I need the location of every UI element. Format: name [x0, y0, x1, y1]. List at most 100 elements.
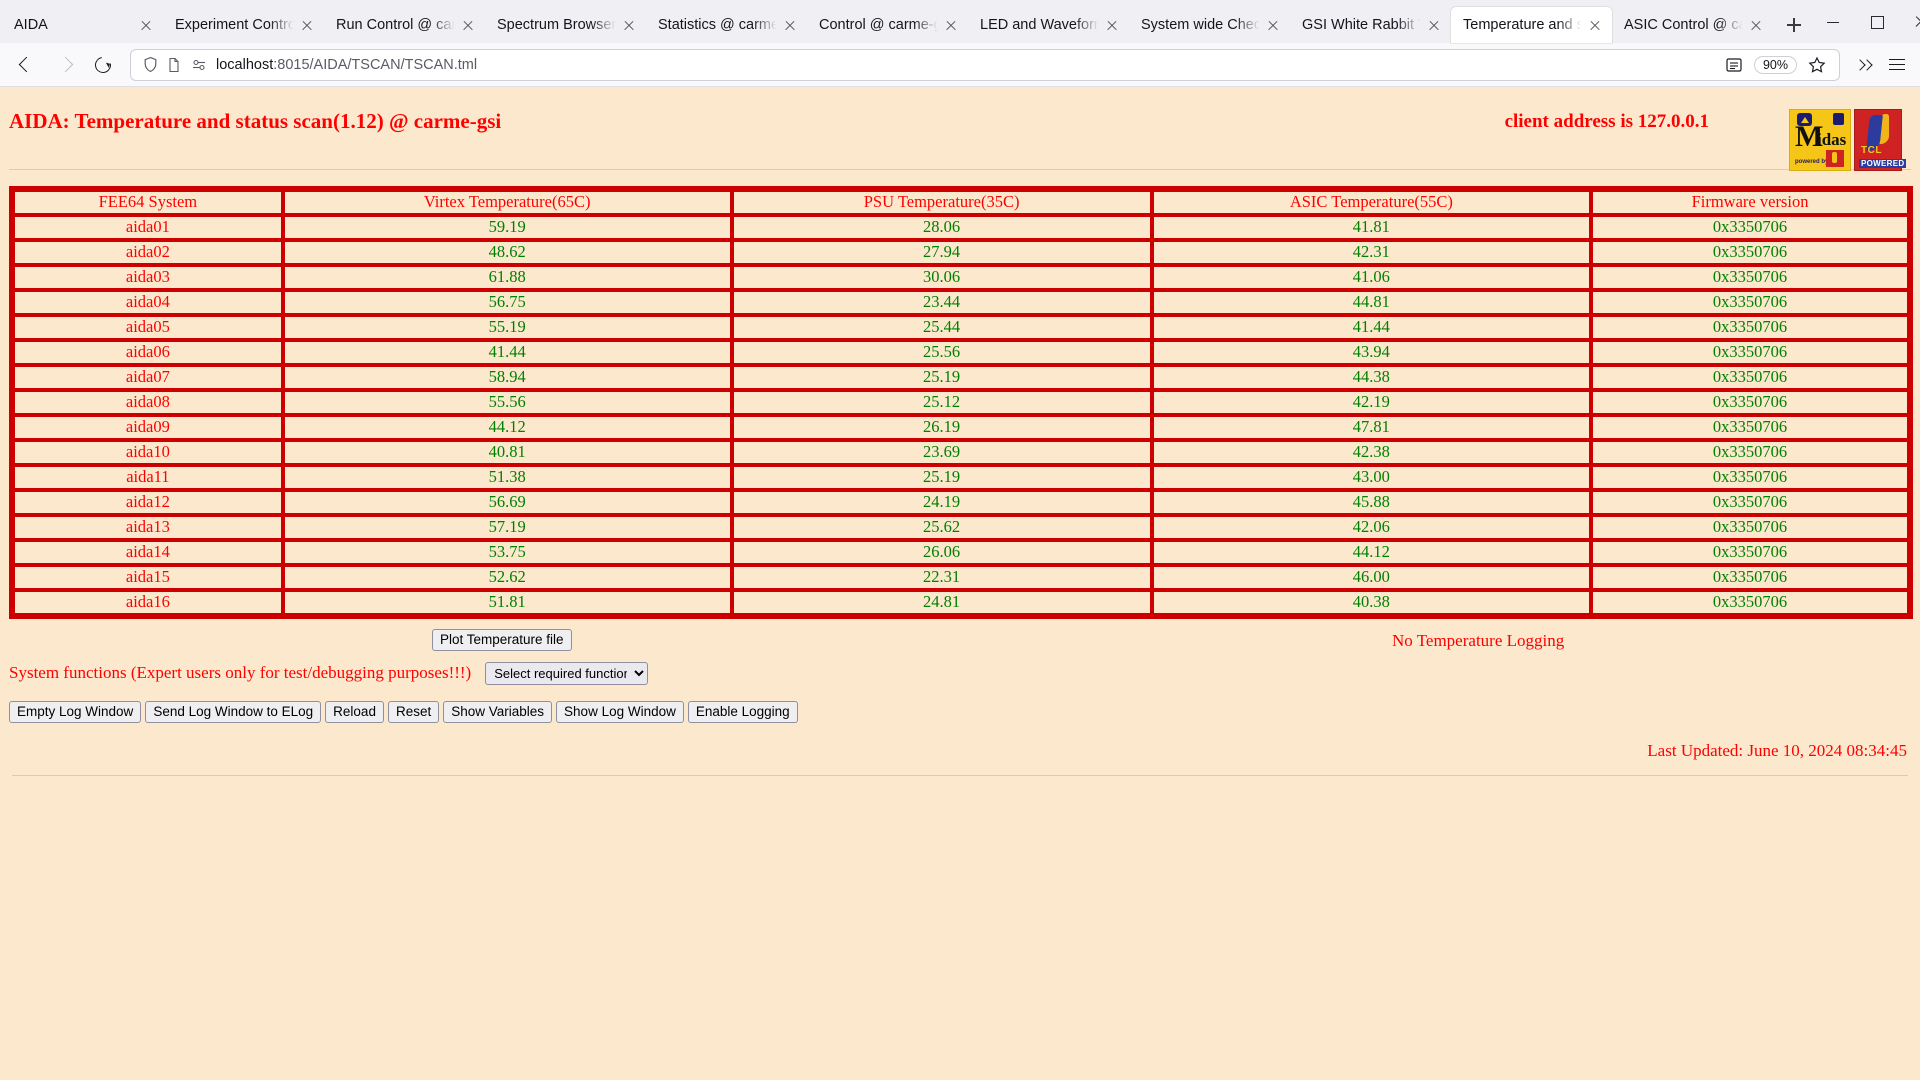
forward-button[interactable] — [48, 48, 82, 82]
zoom-level-badge[interactable]: 90% — [1753, 55, 1797, 74]
system-functions-label: System functions (Expert users only for … — [9, 663, 472, 682]
tab-strip: AIDA Experiment Control Run Control @ carm… — [0, 0, 1920, 43]
table-row: aida07 58.94 25.19 44.38 0x3350706 — [13, 365, 1909, 390]
show-log-window-button[interactable]: Show Log Window — [556, 700, 684, 723]
reload-button[interactable] — [86, 48, 120, 82]
table-cell-value: 25.12 — [731, 390, 1152, 415]
table-cell-value: 0x3350706 — [1591, 490, 1909, 515]
browser-tab[interactable]: Spectrum Browser — [485, 7, 646, 43]
table-cell-value: 0x3350706 — [1591, 365, 1909, 390]
tab-label: Control @ carme-gsi — [819, 17, 940, 33]
back-button[interactable] — [10, 48, 44, 82]
browser-tab[interactable]: AIDA — [2, 7, 163, 43]
browser-tab[interactable]: Temperature and st — [1451, 7, 1612, 43]
reload-button[interactable]: Reload — [325, 700, 384, 723]
table-row: aida12 56.69 24.19 45.88 0x3350706 — [13, 490, 1909, 515]
tab-close-icon[interactable] — [296, 14, 318, 36]
enable-logging-button[interactable]: Enable Logging — [687, 700, 798, 723]
close-window-button[interactable] — [1899, 3, 1920, 41]
table-cell-value: 0x3350706 — [1591, 290, 1909, 315]
table-cell-value: 44.38 — [1151, 365, 1592, 390]
table-cell-value: 41.06 — [1151, 265, 1592, 290]
toolbar-overflow-button[interactable] — [1850, 51, 1878, 79]
table-cell-value: 25.19 — [731, 465, 1152, 490]
fee64-system-name: aida07 — [13, 365, 283, 390]
table-row: aida05 55.19 25.44 41.44 0x3350706 — [13, 315, 1909, 340]
browser-tab[interactable]: LED and Waveform — [968, 7, 1129, 43]
fee64-system-name: aida11 — [13, 465, 283, 490]
tab-close-icon[interactable] — [1584, 14, 1606, 36]
table-row: aida06 41.44 25.56 43.94 0x3350706 — [13, 340, 1909, 365]
tab-close-icon[interactable] — [940, 14, 962, 36]
tab-close-icon[interactable] — [779, 14, 801, 36]
table-cell-value: 47.81 — [1151, 415, 1592, 440]
new-tab-button[interactable] — [1777, 8, 1811, 42]
bookmark-star-icon[interactable] — [1807, 55, 1827, 75]
browser-tab[interactable]: GSI White Rabbit Ti — [1290, 7, 1451, 43]
table-cell-value: 40.81 — [282, 440, 732, 465]
tcl-logo: TCL POWERED — [1854, 109, 1907, 171]
table-cell-value: 25.19 — [731, 365, 1152, 390]
table-cell-value: 61.88 — [282, 265, 732, 290]
browser-tab[interactable]: Control @ carme-gsi — [807, 7, 968, 43]
shield-icon[interactable] — [142, 56, 159, 73]
table-cell-value: 0x3350706 — [1591, 315, 1909, 340]
table-column-header: ASIC Temperature(55C) — [1151, 190, 1592, 215]
browser-tab[interactable]: Statistics @ carme — [646, 7, 807, 43]
table-row: aida10 40.81 23.69 42.38 0x3350706 — [13, 440, 1909, 465]
browser-tab[interactable]: Experiment Control — [163, 7, 324, 43]
browser-tab[interactable]: Run Control @ carme — [324, 7, 485, 43]
url-host: localhost — [216, 56, 274, 73]
table-cell-value: 23.44 — [731, 290, 1152, 315]
table-cell-value: 45.88 — [1151, 490, 1592, 515]
minimize-window-button[interactable] — [1811, 3, 1855, 41]
tab-close-icon[interactable] — [457, 14, 479, 36]
table-cell-value: 24.81 — [731, 590, 1152, 615]
reset-button[interactable]: Reset — [387, 700, 440, 723]
show-variables-button[interactable]: Show Variables — [443, 700, 553, 723]
table-cell-value: 56.75 — [282, 290, 732, 315]
logo-group: M idas powered by TCL POWERED — [1789, 109, 1907, 171]
table-cell-value: 25.56 — [731, 340, 1152, 365]
browser-tab[interactable]: System wide Check — [1129, 7, 1290, 43]
system-functions-row: System functions (Expert users only for … — [9, 653, 1911, 687]
navigation-toolbar: localhost:8015/AIDA/TSCAN/TSCAN.tml 90% — [0, 43, 1920, 87]
table-cell-value: 24.19 — [731, 490, 1152, 515]
table-cell-value: 25.44 — [731, 315, 1152, 340]
send-log-window-to-elog-button[interactable]: Send Log Window to ELog — [145, 700, 322, 723]
table-cell-value: 58.94 — [282, 365, 732, 390]
maximize-window-button[interactable] — [1855, 3, 1899, 41]
table-cell-value: 0x3350706 — [1591, 540, 1909, 565]
tab-close-icon[interactable] — [1745, 14, 1767, 36]
table-cell-value: 0x3350706 — [1591, 440, 1909, 465]
plot-temperature-file-button[interactable]: Plot Temperature file — [432, 628, 572, 651]
page-title: AIDA: Temperature and status scan(1.12) … — [9, 109, 502, 133]
table-cell-value: 0x3350706 — [1591, 565, 1909, 590]
fee64-system-name: aida09 — [13, 415, 283, 440]
application-menu-button[interactable] — [1882, 50, 1912, 80]
tab-close-icon[interactable] — [1423, 14, 1445, 36]
table-cell-value: 42.38 — [1151, 440, 1592, 465]
empty-log-window-button[interactable]: Empty Log Window — [9, 700, 142, 723]
tab-close-icon[interactable] — [135, 14, 157, 36]
table-cell-value: 0x3350706 — [1591, 240, 1909, 265]
midas-powered-by-text: powered by — [1795, 159, 1829, 165]
tab-close-icon[interactable] — [1262, 14, 1284, 36]
tab-close-icon[interactable] — [1101, 14, 1123, 36]
address-bar[interactable]: localhost:8015/AIDA/TSCAN/TSCAN.tml 90% — [130, 48, 1840, 81]
table-cell-value: 28.06 — [731, 215, 1152, 240]
midas-mask-icon — [1833, 113, 1844, 125]
table-row: aida16 51.81 24.81 40.38 0x3350706 — [13, 590, 1909, 615]
fee64-system-name: aida12 — [13, 490, 283, 515]
table-cell-value: 27.94 — [731, 240, 1152, 265]
table-cell-value: 0x3350706 — [1591, 340, 1909, 365]
browser-tab[interactable]: ASIC Control @ car — [1612, 7, 1773, 43]
table-row: aida04 56.75 23.44 44.81 0x3350706 — [13, 290, 1909, 315]
permissions-icon[interactable] — [191, 57, 207, 73]
function-select-dropdown[interactable]: Select required function — [485, 661, 649, 685]
table-row: aida09 44.12 26.19 47.81 0x3350706 — [13, 415, 1909, 440]
reader-view-icon[interactable] — [1724, 55, 1744, 75]
table-body: aida01 59.19 28.06 41.81 0x3350706 aida02 48.6… — [13, 215, 1909, 615]
tab-close-icon[interactable] — [618, 14, 640, 36]
table-row: aida01 59.19 28.06 41.81 0x3350706 — [13, 215, 1909, 240]
